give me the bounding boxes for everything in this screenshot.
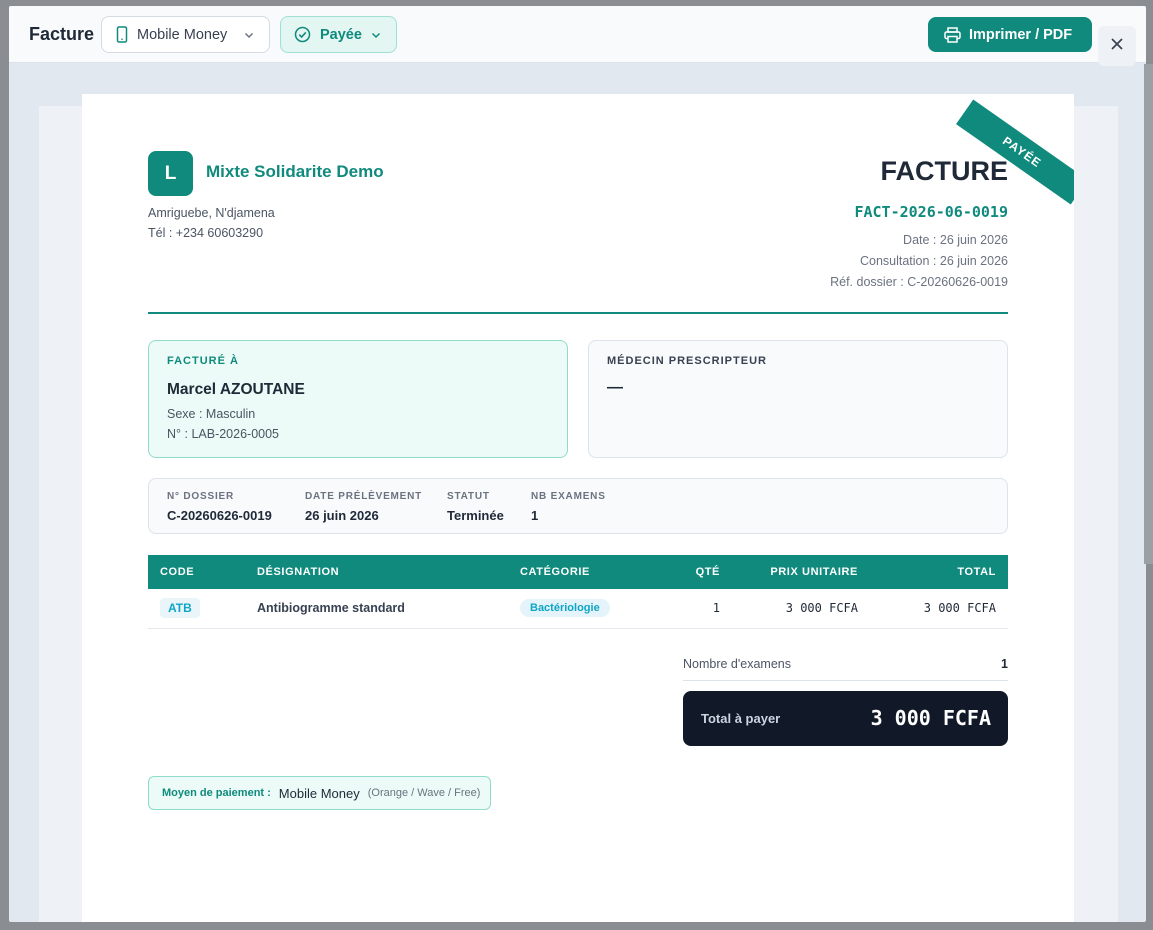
info-value: C-20260626-0019 bbox=[167, 508, 272, 523]
doctor-value: — bbox=[607, 379, 623, 396]
total-due-box: Total à payer 3 000 FCFA bbox=[683, 691, 1008, 746]
page-scrollbar[interactable] bbox=[1144, 64, 1153, 564]
close-icon bbox=[1110, 37, 1124, 56]
info-label: DATE PRÉLÈVEMENT bbox=[305, 491, 423, 502]
exam-designation: Antibiogramme standard bbox=[257, 601, 405, 615]
payment-method-name: Mobile Money bbox=[278, 785, 360, 801]
info-exam-count: NB EXAMENS 1 bbox=[531, 491, 606, 523]
billed-to-card: FACTURÉ À Marcel AZOUTANE Sexe : Masculi… bbox=[148, 340, 568, 458]
column-header-designation: DÉSIGNATION bbox=[257, 566, 340, 578]
chevron-down-icon bbox=[370, 29, 382, 41]
exam-count-summary: Nombre d'examens 1 bbox=[683, 654, 1008, 681]
invoice-modal: Facture Mobile Money Payée Imprimer / PD… bbox=[9, 6, 1146, 922]
paid-stamp: PAYÉE bbox=[956, 99, 1074, 205]
info-dossier-number: N° DOSSIER C-20260626-0019 bbox=[167, 491, 272, 523]
column-header-quantity: QTÉ bbox=[695, 566, 720, 578]
exam-total: 3 000 FCFA bbox=[923, 601, 996, 615]
invoice-document: PAYÉE L Mixte Solidarite Demo Amriguebe,… bbox=[82, 94, 1074, 922]
phone-icon bbox=[116, 26, 128, 43]
info-value: 1 bbox=[531, 508, 539, 523]
billed-to-label: FACTURÉ À bbox=[167, 355, 239, 367]
status-select[interactable]: Payée bbox=[280, 16, 397, 53]
doctor-label: MÉDECIN PRESCRIPTEUR bbox=[607, 355, 767, 367]
invoice-date: Date : 26 juin 2026 bbox=[903, 233, 1008, 247]
category-badge: Bactériologie bbox=[520, 599, 610, 617]
dossier-reference: Réf. dossier : C-20260626-0019 bbox=[830, 275, 1008, 289]
total-due-amount: 3 000 FCFA bbox=[870, 706, 991, 730]
check-circle-icon bbox=[294, 26, 311, 43]
organization-logo: L bbox=[148, 151, 193, 196]
payment-method-label: Moyen de paiement : bbox=[162, 787, 271, 799]
header-divider bbox=[148, 312, 1008, 314]
info-label: NB EXAMENS bbox=[531, 491, 606, 502]
chevron-down-icon bbox=[243, 29, 255, 41]
modal-toolbar: Facture Mobile Money Payée Imprimer / PD… bbox=[9, 6, 1146, 63]
info-status: STATUT Terminée bbox=[447, 491, 504, 523]
patient-sex: Sexe : Masculin bbox=[167, 407, 256, 421]
exam-unit-price: 3 000 FCFA bbox=[785, 601, 858, 615]
invoice-number: FACT-2026-06-0019 bbox=[854, 203, 1008, 221]
column-header-category: CATÉGORIE bbox=[520, 566, 590, 578]
items-table-header: CODE DÉSIGNATION CATÉGORIE QTÉ PRIX UNIT… bbox=[148, 555, 1008, 589]
column-header-total: TOTAL bbox=[957, 566, 996, 578]
payment-method-badge: Moyen de paiement : Mobile Money (Orange… bbox=[148, 776, 491, 810]
info-value: 26 juin 2026 bbox=[305, 508, 379, 523]
info-value: Terminée bbox=[447, 508, 504, 523]
patient-name: Marcel AZOUTANE bbox=[167, 381, 305, 398]
patient-number: N° : LAB-2026-0005 bbox=[167, 427, 280, 441]
status-value: Payée bbox=[320, 26, 362, 43]
payment-method-note: (Orange / Wave / Free) bbox=[367, 787, 481, 799]
print-pdf-button[interactable]: Imprimer / PDF bbox=[928, 17, 1092, 52]
prescribing-doctor-card: MÉDECIN PRESCRIPTEUR — bbox=[588, 340, 1008, 458]
printer-icon bbox=[944, 26, 961, 43]
info-sampling-date: DATE PRÉLÈVEMENT 26 juin 2026 bbox=[305, 491, 422, 523]
toolbar-title: Facture bbox=[29, 24, 95, 44]
payment-method-value: Mobile Money bbox=[137, 26, 228, 43]
invoice-heading: FACTURE bbox=[880, 156, 1009, 186]
payment-method-select[interactable]: Mobile Money bbox=[101, 16, 270, 53]
exam-count-value: 1 bbox=[1001, 657, 1008, 671]
info-label: N° DOSSIER bbox=[167, 491, 235, 502]
organization-phone: Tél : +234 60603290 bbox=[148, 226, 264, 240]
consultation-date: Consultation : 26 juin 2026 bbox=[859, 254, 1008, 268]
exam-code-badge: ATB bbox=[160, 598, 200, 618]
info-label: STATUT bbox=[447, 491, 490, 502]
table-row: ATB Antibiogramme standard Bactériologie… bbox=[148, 589, 1008, 629]
exam-quantity: 1 bbox=[712, 601, 720, 615]
column-header-unit-price: PRIX UNITAIRE bbox=[770, 566, 858, 578]
total-due-label: Total à payer bbox=[701, 711, 781, 726]
column-header-code: CODE bbox=[160, 566, 195, 578]
organization-address: Amriguebe, N'djamena bbox=[148, 206, 275, 220]
print-pdf-label: Imprimer / PDF bbox=[969, 26, 1073, 43]
exam-count-label: Nombre d'examens bbox=[683, 657, 791, 671]
organization-name: Mixte Solidarite Demo bbox=[206, 162, 384, 181]
close-button[interactable] bbox=[1098, 26, 1136, 66]
dossier-info-strip: N° DOSSIER C-20260626-0019 DATE PRÉLÈVEM… bbox=[148, 478, 1008, 534]
